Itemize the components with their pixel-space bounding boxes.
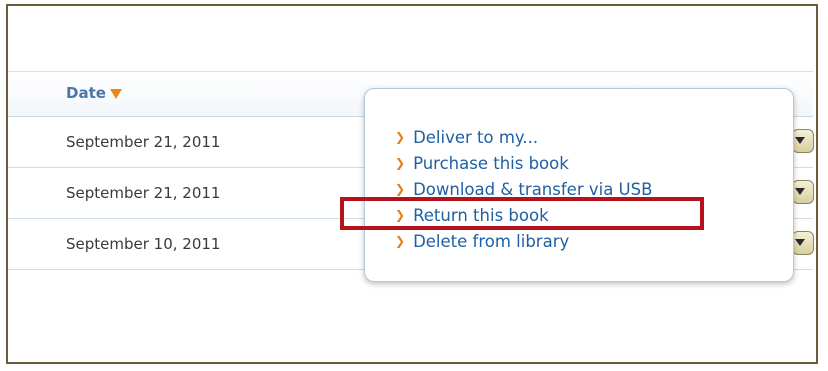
row-actions-button[interactable] (792, 231, 814, 255)
screenshot-frame: Date September 21, 2011 September 21, 20… (6, 4, 818, 364)
chevron-right-icon: ❯ (395, 208, 406, 222)
menu-item-label: Deliver to my... (413, 128, 539, 147)
date-column-header[interactable]: Date (66, 84, 122, 102)
sort-descending-icon[interactable] (109, 88, 122, 99)
row-date: September 10, 2011 (66, 235, 221, 253)
menu-item-label: Return this book (413, 206, 549, 225)
chevron-right-icon: ❯ (395, 182, 406, 196)
menu-item-purchase[interactable]: ❯ Purchase this book (395, 153, 652, 179)
date-column-label: Date (66, 84, 106, 102)
menu-item-label: Purchase this book (413, 154, 569, 173)
dropdown-arrow-icon (795, 188, 805, 195)
menu-item-download-usb[interactable]: ❯ Download & transfer via USB (395, 179, 652, 205)
dropdown-arrow-icon (795, 239, 805, 246)
row-actions-button[interactable] (792, 180, 814, 204)
chevron-right-icon: ❯ (395, 156, 406, 170)
chevron-right-icon: ❯ (395, 130, 406, 144)
row-date: September 21, 2011 (66, 184, 221, 202)
menu-item-delete[interactable]: ❯ Delete from library (395, 231, 652, 257)
dropdown-arrow-icon (795, 137, 805, 144)
menu-item-deliver[interactable]: ❯ Deliver to my... (395, 127, 652, 153)
row-date: September 21, 2011 (66, 133, 221, 151)
actions-popup-menu: ❯ Deliver to my... ❯ Purchase this book ❯ D… (364, 88, 794, 282)
menu-item-label: Download & transfer via USB (413, 180, 653, 199)
menu-item-return-book[interactable]: ❯ Return this book (395, 205, 652, 231)
chevron-right-icon: ❯ (395, 234, 406, 248)
menu-item-label: Delete from library (413, 232, 570, 251)
row-actions-button[interactable] (792, 129, 814, 153)
actions-menu-list: ❯ Deliver to my... ❯ Purchase this book ❯ D… (395, 127, 652, 257)
